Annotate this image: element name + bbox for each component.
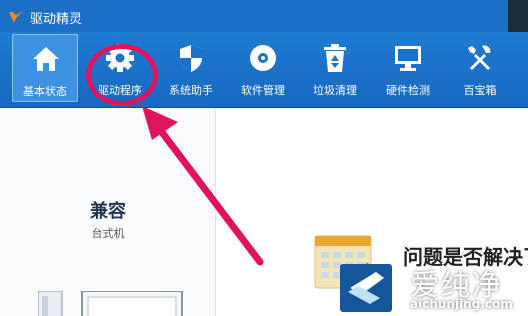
watermark: 爱纯净 aichunjing.com bbox=[330, 258, 528, 316]
tab-basic-status[interactable]: 基本状态 bbox=[12, 34, 78, 102]
highlight-circle bbox=[86, 44, 158, 106]
tab-label: 系统助手 bbox=[169, 84, 213, 97]
device-panel: 兼容 台式机 bbox=[0, 109, 216, 316]
disc-icon bbox=[250, 45, 276, 71]
device-type-label: 台式机 bbox=[91, 227, 125, 240]
watermark-logo bbox=[340, 264, 392, 312]
desktop-pc-icon bbox=[38, 291, 183, 316]
compat-heading: 兼容 bbox=[90, 201, 126, 222]
tab-hardware-detection[interactable]: 硬件检测 bbox=[375, 34, 441, 102]
tab-system-assistant[interactable]: 系统助手 bbox=[158, 34, 224, 102]
app-title: 驱动精灵 bbox=[30, 12, 83, 27]
monitor-icon bbox=[395, 46, 421, 71]
tab-junk-cleanup[interactable]: 垃圾清理 bbox=[302, 34, 368, 102]
home-icon bbox=[33, 47, 59, 71]
title-bar: 驱动精灵 bbox=[0, 0, 528, 32]
tab-label: 软件管理 bbox=[241, 84, 285, 97]
app-logo-icon bbox=[9, 11, 23, 23]
tab-label: 基本状态 bbox=[23, 85, 67, 98]
window-edge bbox=[508, 0, 528, 32]
watermark-url: aichunjing.com bbox=[410, 297, 513, 311]
tab-label: 硬件检测 bbox=[386, 84, 430, 97]
main-toolbar: 基本状态 驱动程序 系统助手 软件管理 垃圾清理 硬件检测 百宝箱 bbox=[0, 32, 528, 108]
tab-toolbox[interactable]: 百宝箱 bbox=[447, 34, 513, 102]
recycle-bin-icon bbox=[324, 44, 346, 72]
tab-label: 百宝箱 bbox=[463, 84, 497, 97]
shield-icon bbox=[180, 45, 202, 72]
driver-genius-window: 驱动精灵 基本状态 驱动程序 系统助手 软件管理 垃圾清理 硬件检测 百宝箱 兼… bbox=[0, 0, 528, 316]
tools-icon bbox=[468, 45, 491, 70]
tab-software-manager[interactable]: 软件管理 bbox=[230, 34, 296, 102]
tab-label: 垃圾清理 bbox=[313, 84, 357, 97]
